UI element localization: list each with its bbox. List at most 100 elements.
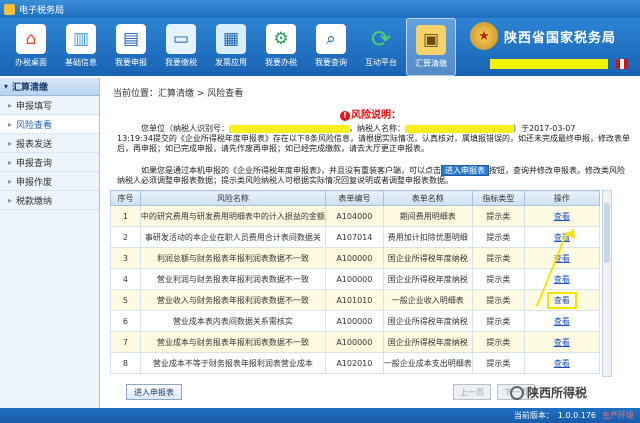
notice-title: ! 风险说明： <box>101 106 640 121</box>
version-label: 当前版本： <box>513 411 554 420</box>
view-link[interactable]: 查看 <box>523 268 601 290</box>
toolbar-item-handle-tax[interactable]: ⚙ 我要办税 <box>256 18 306 76</box>
toolbar-label: 互动平台 <box>365 58 397 67</box>
inline-enter-report-button[interactable]: 进入申报表 <box>441 165 489 176</box>
cell-no: 5 <box>110 289 141 311</box>
watermark: 陕西所得税 <box>510 384 587 401</box>
home-icon: ⌂ <box>16 24 46 54</box>
tax-card-icon: ▭ <box>166 24 196 54</box>
cell-form-name: 一般企业成本支出明细表 <box>382 352 473 374</box>
para2-prefix: 如果您是通过本机申报的《企业所得税年度申报表》，并且没有重装客户端，可以点击 <box>141 166 441 175</box>
sidebar-item-risk-view[interactable]: ▸ 风险查看 <box>0 115 99 134</box>
bullet-icon: ▸ <box>8 176 13 186</box>
cell-type: 提示类 <box>471 331 525 353</box>
view-link[interactable]: 查看 <box>523 247 601 269</box>
sidebar-item-declare-query[interactable]: ▸ 申报查询 <box>0 153 99 172</box>
taxpayer-name-redacted <box>405 124 513 133</box>
form-icon: ▤ <box>116 24 146 54</box>
app-icon <box>4 3 15 15</box>
cell-type: 提示类 <box>471 352 525 374</box>
toolbar-item-settlement[interactable]: ▣ 汇算清缴 <box>406 18 456 76</box>
sidebar-item-declare-fill[interactable]: ▸ 申报填写 <box>0 96 99 115</box>
toolbar-item-query[interactable]: ⌕ 我要查询 <box>306 18 356 76</box>
cell-form-code: A100000 <box>324 247 384 269</box>
sidebar-header-label: 汇算清缴 <box>12 83 49 93</box>
col-header: 表单名称 <box>382 190 473 206</box>
cell-no: 4 <box>110 268 141 290</box>
cell-form-name: 一般企业收入明细表 <box>382 289 473 311</box>
cell-form-code: A100000 <box>324 310 384 332</box>
view-link[interactable]: 查看 <box>523 331 601 353</box>
toolbar-label: 我要办税 <box>265 58 297 67</box>
enter-report-button[interactable]: 进入申报表 <box>126 384 182 400</box>
sidebar-item-declare-void[interactable]: ▸ 申报作废 <box>0 172 99 191</box>
sidebar-header[interactable]: ▾ 汇算清缴 <box>0 78 99 96</box>
sidebar-item-tax-payment[interactable]: ▸ 税款缴纳 <box>0 191 99 210</box>
cell-no: 3 <box>110 247 141 269</box>
toolbar-item-basic-info[interactable]: ▥ 基础信息 <box>56 18 106 76</box>
table-row: 4 营业利润与财务报表年报利润表数据不一致 A100000 国企业所得税年度纳税… <box>110 268 601 290</box>
toolbar-item-interact[interactable]: ⟳ 互动平台 <box>356 18 406 76</box>
cell-no: 7 <box>110 331 141 353</box>
warning-icon: ! <box>340 111 350 121</box>
view-link-text[interactable]: 查看 <box>546 291 577 309</box>
watermark-text: 陕西所得税 <box>527 386 588 400</box>
cell-type: 提示类 <box>471 268 525 290</box>
main-panel: 当前位置：汇算清缴 > 风险查看 ! 风险说明： 您单位（纳税人识别号： ，纳税人名… <box>101 78 640 408</box>
toolbar-item-pay-tax[interactable]: ▭ 我要缴税 <box>156 18 206 76</box>
sidebar-item-label: 申报查询 <box>16 158 53 169</box>
cell-risk-name: 营业成本与财务报表年报利润表数据不一致 <box>139 331 326 353</box>
flag-icon <box>616 59 628 69</box>
table-row: 7 营业成本与财务报表年报利润表数据不一致 A100000 国企业所得税年度纳税… <box>110 331 601 353</box>
sidebar-item-label: 风险查看 <box>16 120 53 131</box>
cell-type: 提示类 <box>471 289 525 311</box>
sidebar-item-label: 税款缴纳 <box>16 196 53 207</box>
cell-risk-name: 利润总额与财务报表年报利润表数据不一致 <box>139 247 326 269</box>
notice-paragraph-2: 如果您是通过本机申报的《企业所得税年度申报表》，并且没有重装客户端，可以点击 进入… <box>117 165 630 186</box>
cell-no: 1 <box>110 205 141 227</box>
cell-type: 提示类 <box>471 310 525 332</box>
wechat-icon <box>510 385 524 400</box>
cell-form-name: 国企业所得税年度纳税 <box>382 268 473 290</box>
cell-form-code: A104000 <box>324 205 384 227</box>
cell-form-name: 期间费用明细表 <box>382 205 473 227</box>
cell-form-code: A102010 <box>324 352 384 374</box>
prev-page-button[interactable]: 上一页 <box>453 384 491 400</box>
view-link[interactable]: 查看 <box>523 205 601 227</box>
environment-label: 生产环境 <box>602 411 634 420</box>
toolbar-label: 我要申报 <box>115 58 147 67</box>
toolbar-item-home[interactable]: ⌂ 办税桌面 <box>6 18 56 76</box>
view-link-highlighted[interactable]: 查看 <box>523 289 601 311</box>
col-header: 操作 <box>523 190 601 206</box>
para1-prefix: 您单位（纳税人识别号： <box>141 124 229 133</box>
toolbar-label: 办税桌面 <box>15 58 47 67</box>
table-row: 5 营业收入与财务报表年报利润表数据不一致 A101010 一般企业收入明细表 … <box>110 289 601 311</box>
sidebar: ▾ 汇算清缴 ▸ 申报填写 ▸ 风险查看 ▸ 报表发送 ▸ 申报查询 ▸ 申报作废 ▸ 税款… <box>0 78 100 408</box>
table-scrollbar[interactable] <box>602 190 612 377</box>
taxpayer-id-redacted <box>229 124 349 133</box>
toolbar-item-declare[interactable]: ▤ 我要申报 <box>106 18 156 76</box>
version-value: 1.0.0.176 <box>557 411 596 420</box>
col-header: 序号 <box>110 190 141 206</box>
cell-no: 8 <box>110 352 141 374</box>
cell-type: 提示类 <box>471 247 525 269</box>
col-header: 指标类型 <box>471 190 525 206</box>
scrollbar-thumb[interactable] <box>604 203 610 263</box>
cell-form-code: A107014 <box>324 226 384 248</box>
cell-form-name: 国企业所得税年度纳税 <box>382 331 473 353</box>
tax-emblem-icon: ★ <box>470 22 498 50</box>
cell-risk-name: 营业成本不等于财务报表年报利润表营业成本 <box>139 352 326 374</box>
view-link[interactable]: 查看 <box>523 352 601 374</box>
table-row: 3 利润总额与财务报表年报利润表数据不一致 A100000 国企业所得税年度纳税… <box>110 247 601 269</box>
sidebar-item-report-send[interactable]: ▸ 报表发送 <box>0 134 99 153</box>
breadcrumb: 当前位置：汇算清缴 > 风险查看 <box>113 89 244 99</box>
table-row: 1 中的研究费用与研发费用明细表中的计入损益的金额 A104000 期间费用明细… <box>110 205 601 227</box>
bullet-icon: ▸ <box>8 157 13 167</box>
chart-icon: ▥ <box>66 24 96 54</box>
bullet-icon: ▸ <box>8 138 13 148</box>
toolbar-label: 发票应用 <box>215 58 247 67</box>
toolbar-label: 汇算清缴 <box>415 59 447 68</box>
toolbar-item-invoice[interactable]: ▦ 发票应用 <box>206 18 256 76</box>
view-link[interactable]: 查看 <box>523 310 601 332</box>
col-header: 风险名称 <box>139 190 326 206</box>
